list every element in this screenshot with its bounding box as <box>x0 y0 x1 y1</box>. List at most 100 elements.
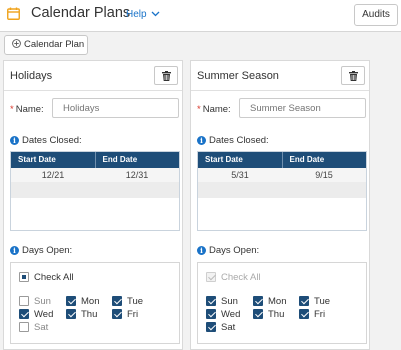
audits-button[interactable]: Audits <box>354 4 398 26</box>
day-label: Wed <box>34 309 54 320</box>
day-label: Mon <box>81 296 100 307</box>
required-marker: * <box>197 104 201 115</box>
checkbox-checked-icon[interactable] <box>112 296 122 306</box>
info-icon: i <box>197 246 206 255</box>
table-header: Start Date End Date <box>11 152 179 168</box>
day-label: Fri <box>127 309 139 320</box>
panel-title: Holidays <box>10 70 53 82</box>
checkbox-checked-icon[interactable] <box>19 309 29 319</box>
table-header: Start Date End Date <box>198 152 366 168</box>
checkbox-icon[interactable] <box>19 296 29 306</box>
panel-title: Summer Season <box>197 70 279 82</box>
dates-closed-text: Dates Closed: <box>209 135 269 146</box>
name-label: * Name: <box>197 104 231 115</box>
day-checkbox-fri[interactable]: Fri <box>112 309 138 320</box>
calendar-plan-panel-holidays: Holidays *Name: iDates Closed: Start Dat… <box>3 60 183 350</box>
table-row-empty <box>198 183 366 198</box>
days-open-text: Days Open: <box>209 245 260 256</box>
start-date-cell: 12/21 <box>41 170 65 180</box>
name-label: * Name: <box>10 104 44 115</box>
day-checkbox-thu[interactable]: Thu <box>253 309 284 320</box>
checkbox-checked-icon[interactable] <box>253 296 263 306</box>
calendar-icon <box>7 7 20 20</box>
day-label: Mon <box>268 296 287 307</box>
chevron-down-icon[interactable] <box>150 8 161 19</box>
day-label: Tue <box>127 296 144 307</box>
trash-icon <box>349 71 358 81</box>
panel-header: Summer Season <box>191 61 369 91</box>
day-label: Sat <box>34 322 49 333</box>
day-checkbox-sun[interactable]: Sun <box>206 296 238 307</box>
add-calendar-plan-label: Calendar Plan <box>24 39 85 50</box>
page-title: Calendar Plans <box>31 5 131 21</box>
plan-name-input[interactable] <box>52 98 179 118</box>
dates-closed-table: Start Date End Date 12/21 12/31 <box>10 151 180 231</box>
column-header-end-date[interactable]: End Date <box>94 152 180 168</box>
day-checkbox-tue[interactable]: Tue <box>112 296 143 307</box>
add-calendar-plan-button[interactable]: Calendar Plan <box>4 35 88 55</box>
checkbox-checked-icon[interactable] <box>206 309 216 319</box>
day-label: Thu <box>268 309 285 320</box>
day-label: Sun <box>34 296 51 307</box>
checkbox-checked-icon[interactable] <box>299 309 309 319</box>
dates-closed-label: i Dates Closed: <box>10 135 82 146</box>
plan-name-input[interactable] <box>239 98 366 118</box>
day-checkbox-sun[interactable]: Sun <box>19 296 51 307</box>
checkbox-icon[interactable] <box>19 322 29 332</box>
day-checkbox-sat[interactable]: Sat <box>19 322 48 333</box>
dates-closed-text: Dates Closed: <box>22 135 82 146</box>
end-date-cell: 12/31 <box>125 170 149 180</box>
checkbox-checked-icon[interactable] <box>299 296 309 306</box>
table-row-empty <box>11 183 179 198</box>
day-checkbox-fri[interactable]: Fri <box>299 309 325 320</box>
days-open-label: i Days Open: <box>197 245 259 256</box>
day-label: Tue <box>314 296 331 307</box>
checkbox-checked-icon[interactable] <box>66 296 76 306</box>
day-checkbox-mon[interactable]: Mon <box>66 296 99 307</box>
name-label-text: Name: <box>202 104 231 115</box>
table-row[interactable]: 5/31 9/15 <box>198 168 366 183</box>
dates-closed-label: i Dates Closed: <box>197 135 269 146</box>
delete-plan-button[interactable] <box>154 66 178 85</box>
day-checkbox-mon[interactable]: Mon <box>253 296 286 307</box>
info-icon: i <box>197 136 206 145</box>
name-label-text: Name: <box>15 104 44 115</box>
check-all-checkbox[interactable]: Check All <box>206 272 261 283</box>
day-checkbox-wed[interactable]: Wed <box>19 309 53 320</box>
checkbox-checked-icon[interactable] <box>66 309 76 319</box>
panel-header: Holidays <box>4 61 182 91</box>
check-all-label: Check All <box>221 272 261 283</box>
days-open-label: i Days Open: <box>10 245 72 256</box>
checkbox-checked-icon[interactable] <box>206 322 216 332</box>
check-all-checkbox[interactable]: Check All <box>19 272 74 283</box>
column-header-end-date[interactable]: End Date <box>281 152 367 168</box>
day-label: Fri <box>314 309 326 320</box>
checkbox-checked-icon[interactable] <box>206 296 216 306</box>
top-bar: Calendar Plans Help Audits <box>0 0 401 30</box>
start-date-cell: 5/31 <box>231 170 249 180</box>
day-checkbox-thu[interactable]: Thu <box>66 309 97 320</box>
checkbox-partial-icon[interactable] <box>19 272 29 282</box>
day-checkbox-sat[interactable]: Sat <box>206 322 235 333</box>
add-circle-icon <box>12 39 21 48</box>
table-row[interactable]: 12/21 12/31 <box>11 168 179 183</box>
end-date-cell: 9/15 <box>315 170 333 180</box>
dates-closed-table: Start Date End Date 5/31 9/15 <box>197 151 367 231</box>
days-open-box: Check All Sun Mon Tue Wed Thu Fri Sat <box>197 262 367 344</box>
trash-icon <box>162 71 171 81</box>
checkbox-checked-icon[interactable] <box>112 309 122 319</box>
delete-plan-button[interactable] <box>341 66 365 85</box>
calendar-plan-panel-summer-season: Summer Season *Name: iDates Closed: Star… <box>190 60 370 350</box>
checkbox-checked-icon[interactable] <box>253 309 263 319</box>
checkbox-disabled-checked-icon[interactable] <box>206 272 216 282</box>
days-open-box: Check All Sun Mon Tue Wed Thu Fri Sat <box>10 262 180 344</box>
column-header-start-date[interactable]: Start Date <box>198 152 282 168</box>
info-icon: i <box>10 136 19 145</box>
check-all-label: Check All <box>34 272 74 283</box>
info-icon: i <box>10 246 19 255</box>
day-checkbox-wed[interactable]: Wed <box>206 309 240 320</box>
day-label: Wed <box>221 309 241 320</box>
column-header-start-date[interactable]: Start Date <box>11 152 95 168</box>
day-checkbox-tue[interactable]: Tue <box>299 296 330 307</box>
help-link[interactable]: Help <box>126 9 147 20</box>
